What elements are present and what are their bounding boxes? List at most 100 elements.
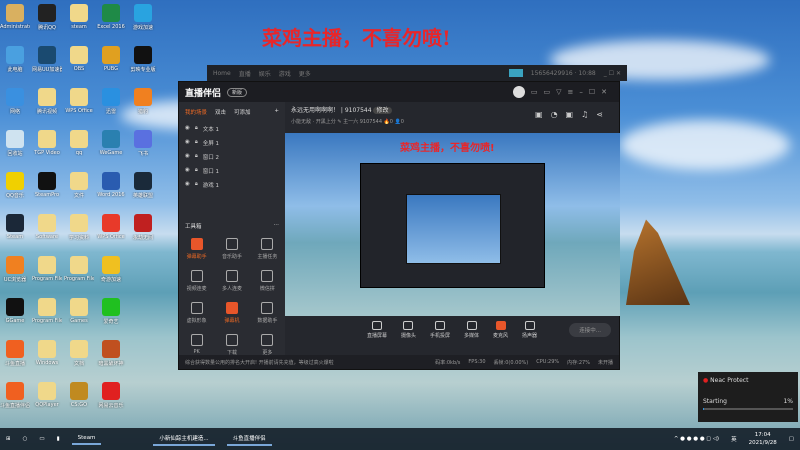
more-icon[interactable]: ⋯ bbox=[274, 222, 280, 230]
lock-icon[interactable]: 🔒︎ bbox=[195, 181, 198, 189]
desktop-icon[interactable]: 文件 bbox=[64, 172, 94, 199]
desktop-icon[interactable]: 文档 bbox=[64, 340, 94, 367]
desktop-icon[interactable]: WPS Office bbox=[64, 88, 94, 114]
desktop-icon[interactable]: 猎豹 bbox=[128, 88, 158, 115]
desktop-icon[interactable]: 腾讯QQ bbox=[32, 4, 62, 31]
desktop-icon[interactable]: GGame bbox=[0, 298, 30, 324]
desktop-icon[interactable]: 英雄联盟 bbox=[128, 172, 158, 199]
clock[interactable]: 17:04 2021/9/28 bbox=[749, 431, 777, 447]
tool-button[interactable]: 下载 bbox=[214, 334, 249, 356]
desktop-icon[interactable]: Software bbox=[32, 214, 62, 240]
tool-button[interactable]: 虚拟形象 bbox=[179, 302, 214, 324]
taskbar-browser[interactable]: 小新仙踪主机建造... bbox=[153, 432, 215, 446]
desktop-icon[interactable]: Program Files bbox=[32, 298, 62, 324]
add-scene-button[interactable]: + bbox=[274, 108, 279, 116]
desktop-icon[interactable]: 飞书 bbox=[128, 130, 158, 157]
tab-my-scene[interactable]: 我的场景 bbox=[185, 108, 207, 116]
menu-item[interactable]: 游戏 bbox=[279, 69, 291, 78]
desktop-icon[interactable]: qq bbox=[64, 130, 94, 156]
desktop-icon[interactable]: OBS bbox=[64, 46, 94, 72]
source-item[interactable]: ◉ 🔒︎ 文本 1 bbox=[179, 122, 285, 136]
ime-indicator[interactable]: 英 bbox=[731, 435, 737, 443]
source-item[interactable]: ◉ 🔒︎ 窗口 1 bbox=[179, 164, 285, 178]
notification-icon[interactable]: ▢ bbox=[789, 436, 794, 442]
desktop-icon[interactable]: 奇游加速 bbox=[96, 256, 126, 283]
tab-scene-2[interactable]: 双击 bbox=[215, 108, 226, 116]
desktop-icon[interactable]: steam bbox=[64, 4, 94, 30]
tool-button[interactable]: 主播任务 bbox=[250, 238, 285, 260]
eye-icon[interactable]: ◉ bbox=[185, 139, 190, 147]
tool-button[interactable]: 弹幕机 bbox=[214, 302, 249, 324]
avatar[interactable] bbox=[512, 86, 525, 98]
tool-button[interactable]: 数据助手 bbox=[250, 302, 285, 324]
desktop-icon[interactable]: 网易UU加速器 bbox=[32, 46, 62, 73]
menu-item[interactable]: Home bbox=[213, 70, 231, 77]
desktop-icon[interactable]: CS:GO bbox=[64, 382, 94, 408]
tool-button[interactable]: 更多 bbox=[250, 334, 285, 356]
control-button[interactable]: 摄像头 bbox=[401, 320, 416, 339]
desktop-icon[interactable]: TGP Video bbox=[32, 130, 62, 156]
eye-icon[interactable]: ◉ bbox=[185, 153, 190, 161]
desktop-icon[interactable]: 网易云音乐 bbox=[96, 382, 126, 409]
desktop-icon[interactable]: Program Files (x86) bbox=[64, 256, 94, 282]
start-live-button[interactable]: 连接中... bbox=[569, 323, 611, 337]
desktop-icon[interactable]: QQ音乐 bbox=[0, 172, 30, 199]
desktop-icon[interactable]: QQPlayer bbox=[32, 382, 62, 408]
desktop-icon[interactable]: 迅雷 bbox=[96, 88, 126, 115]
desktop-icon[interactable]: Windows bbox=[32, 340, 62, 366]
control-button[interactable]: 扬声器 bbox=[522, 320, 537, 339]
menu-item[interactable]: 更多 bbox=[299, 69, 311, 78]
desktop-icon[interactable]: 此电脑 bbox=[0, 46, 30, 73]
menu-item[interactable]: 娱乐 bbox=[259, 69, 271, 78]
window-controls[interactable]: _ ☐ ✕ bbox=[604, 70, 621, 77]
neac-protect-notification[interactable]: ● Neac Protect Starting 1% bbox=[698, 372, 798, 422]
desktop-icon[interactable]: Administrator bbox=[0, 4, 30, 30]
desktop-icon[interactable]: WeGame bbox=[96, 130, 126, 156]
stream-preview[interactable]: 菜鸡主播，不喜勿喷! bbox=[285, 133, 620, 316]
search-icon[interactable]: ○ bbox=[23, 436, 28, 442]
desktop-icon[interactable]: Games bbox=[64, 298, 94, 324]
desktop-icon[interactable]: 腾讯视频 bbox=[32, 88, 62, 115]
desktop-icon[interactable]: SteamPro bbox=[32, 172, 62, 198]
edit-button[interactable]: 修改 bbox=[373, 107, 392, 114]
background-window-titlebar[interactable]: Home 直播 娱乐 游戏 更多 15656429916 · 10:88 _ ☐… bbox=[207, 65, 627, 81]
eye-icon[interactable]: ◉ bbox=[185, 181, 190, 189]
tool-button[interactable]: 微信拼 bbox=[250, 270, 285, 292]
source-item[interactable]: ◉ 🔒︎ 游戏 1 bbox=[179, 178, 285, 192]
desktop-icon[interactable]: 爱奇艺 bbox=[96, 298, 126, 325]
desktop-icon[interactable]: 游戏加速 bbox=[128, 4, 158, 31]
control-button[interactable]: 手机投屏 bbox=[430, 320, 450, 339]
eye-icon[interactable]: ◉ bbox=[185, 167, 190, 175]
tray-icons[interactable]: ^ ● ● ● ● ◻ ◁) bbox=[674, 436, 719, 442]
lock-icon[interactable]: 🔒︎ bbox=[195, 125, 198, 133]
tab-scene-3[interactable]: 可添加 bbox=[234, 108, 251, 116]
desktop-icon[interactable]: Excel 2016 bbox=[96, 4, 126, 30]
desktop-icon[interactable]: 学习资料 bbox=[64, 214, 94, 241]
lock-icon[interactable]: 🔒︎ bbox=[195, 139, 198, 147]
desktop-icon[interactable]: 永劫无间 bbox=[128, 214, 158, 241]
control-button[interactable]: 多媒体 bbox=[464, 320, 479, 339]
desktop-icon[interactable]: Steam bbox=[0, 214, 30, 240]
menu-item[interactable]: 直播 bbox=[239, 69, 251, 78]
video-icon[interactable] bbox=[508, 69, 523, 77]
desktop-icon[interactable]: 斗鱼直播伴侣 bbox=[0, 382, 30, 409]
desktop-icon[interactable]: PUBG bbox=[96, 46, 126, 72]
tool-button[interactable]: PK bbox=[179, 334, 214, 356]
calculator-icon[interactable]: ▮ bbox=[57, 436, 60, 442]
tool-button[interactable]: 弹幕助手 bbox=[179, 238, 214, 260]
eye-icon[interactable]: ◉ bbox=[185, 125, 190, 133]
desktop-icon[interactable]: UC浏览器 bbox=[0, 256, 30, 283]
desktop-icon[interactable]: 暗黑破坏神 bbox=[96, 340, 126, 367]
desktop-icon[interactable]: 斗鱼直播 bbox=[0, 340, 30, 367]
lock-icon[interactable]: 🔒︎ bbox=[195, 167, 198, 175]
room-tool-icons[interactable]: ▣◔▣♫⋖ bbox=[535, 110, 611, 119]
lock-icon[interactable]: 🔒︎ bbox=[195, 153, 198, 161]
desktop-icon[interactable]: Program Files bbox=[32, 256, 62, 282]
windows-start-icon[interactable]: ⊞ bbox=[6, 436, 11, 442]
source-item[interactable]: ◉ 🔒︎ 窗口 2 bbox=[179, 150, 285, 164]
version-badge[interactable]: 新版 bbox=[227, 87, 248, 97]
window-controls[interactable]: ▭▭▽≡–☐✕ bbox=[531, 88, 613, 96]
taskbar-live-app[interactable]: 斗鱼直播伴侣 bbox=[226, 432, 272, 446]
tool-button[interactable]: 多人连麦 bbox=[214, 270, 249, 292]
tool-button[interactable]: 音乐助手 bbox=[214, 238, 249, 260]
